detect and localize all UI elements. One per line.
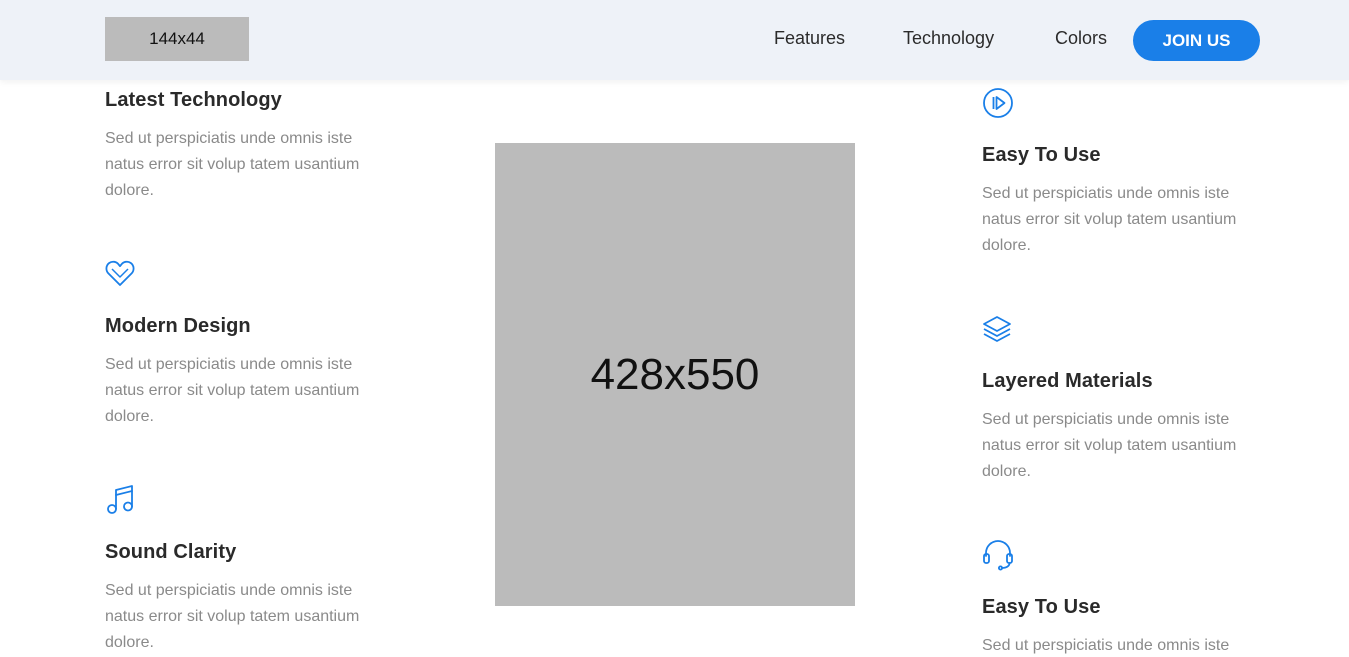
- site-header: 144x44 Features Technology Colors JOIN U…: [0, 0, 1349, 80]
- product-image-placeholder: 428x550: [495, 143, 855, 606]
- feature-title: Latest Technology: [105, 89, 282, 111]
- feature-description: Sed ut perspiciatis unde omnis iste natu…: [982, 185, 1237, 254]
- feature-title: Easy To Use: [982, 144, 1101, 166]
- headset-icon: [982, 539, 1014, 571]
- layers-icon: [982, 313, 1014, 345]
- feature-easy-to-use: Easy To Use Sed ut perspiciatis unde omn…: [982, 87, 1272, 267]
- nav-link-colors[interactable]: Colors: [1055, 28, 1107, 49]
- logo[interactable]: 144x44: [105, 17, 249, 61]
- feature-easy-to-use-2: Easy To Use Sed ut perspiciatis unde omn…: [982, 539, 1272, 657]
- music-note-icon: [105, 484, 137, 516]
- feature-title: Modern Design: [105, 315, 251, 337]
- join-us-button[interactable]: JOIN US: [1133, 20, 1260, 61]
- feature-description: Sed ut perspiciatis unde omnis iste natu…: [105, 356, 360, 425]
- feature-description: Sed ut perspiciatis unde omnis iste: [982, 637, 1230, 654]
- feature-description: Sed ut perspiciatis unde omnis iste natu…: [105, 582, 360, 651]
- nav-link-technology[interactable]: Technology: [903, 28, 994, 49]
- feature-sound-clarity: Sound Clarity Sed ut perspiciatis unde o…: [105, 484, 395, 657]
- feature-description: Sed ut perspiciatis unde omnis iste natu…: [982, 411, 1237, 480]
- feature-description: Sed ut perspiciatis unde omnis iste natu…: [105, 130, 360, 199]
- feature-layered-materials: Layered Materials Sed ut perspiciatis un…: [982, 313, 1272, 493]
- nav-link-features[interactable]: Features: [774, 28, 845, 49]
- play-circle-icon: [982, 87, 1014, 119]
- feature-title: Easy To Use: [982, 596, 1101, 618]
- feature-title: Sound Clarity: [105, 541, 237, 563]
- page: 144x44 Features Technology Colors JOIN U…: [0, 0, 1349, 657]
- feature-title: Layered Materials: [982, 370, 1153, 392]
- feature-modern-design: Modern Design Sed ut perspiciatis unde o…: [105, 258, 395, 438]
- heart-icon: [105, 258, 137, 290]
